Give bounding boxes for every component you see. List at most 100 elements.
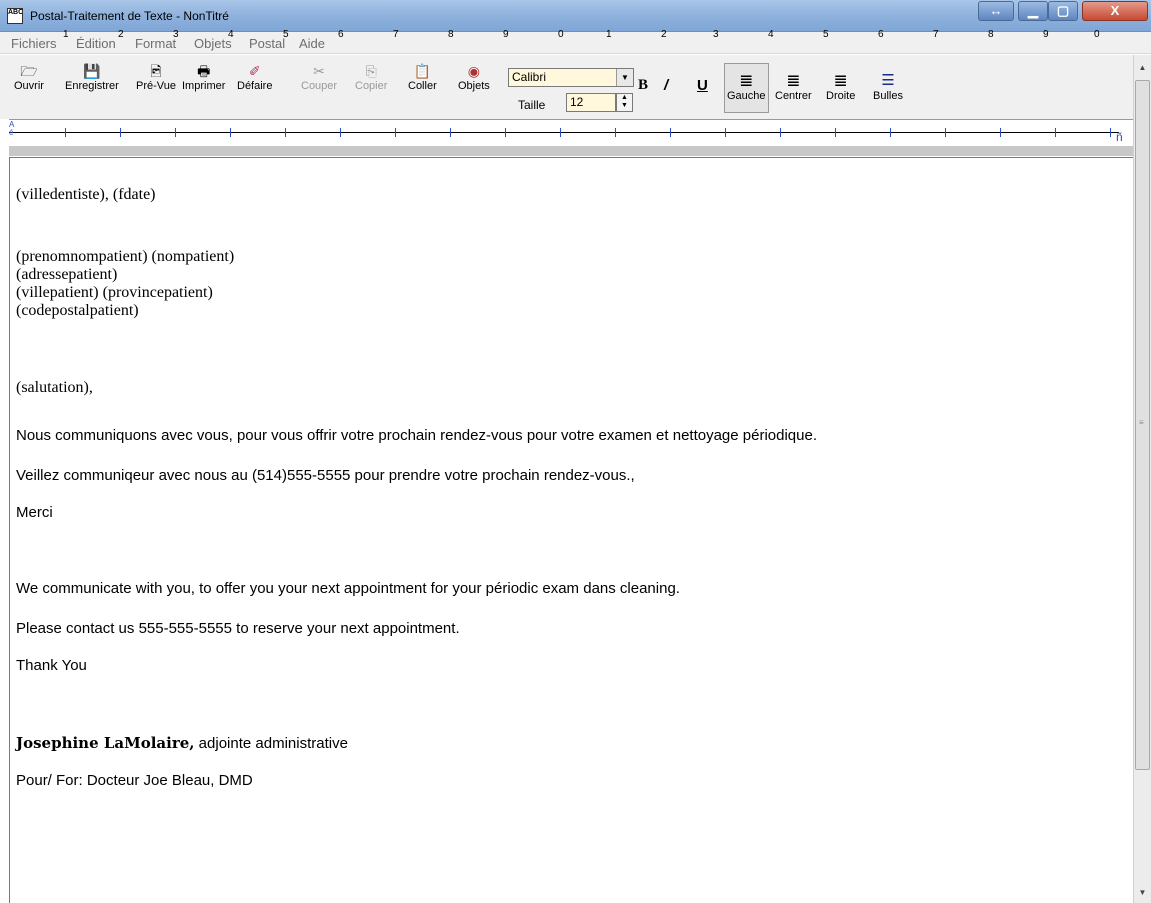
preview-label: Pré-Vue (136, 80, 176, 92)
ruler-tick (340, 128, 341, 137)
align-left-button[interactable]: ≣ Gauche (727, 72, 766, 103)
address-line: (codepostalpatient) (16, 302, 139, 319)
menu-format[interactable]: Format (135, 36, 176, 51)
preview-button[interactable]: 🖻 Pré-Vue (136, 62, 176, 92)
resize-button[interactable]: ↔ (978, 1, 1014, 21)
folder-open-icon: 🗁 (20, 63, 38, 79)
ruler-tick (395, 128, 396, 137)
maximize-button[interactable]: ▢ (1048, 1, 1078, 21)
french-body-paragraph: Nous communiquons avec vous, pour vous o… (16, 427, 818, 444)
ruler-tick (890, 128, 891, 137)
ruler-number: 4 (768, 29, 774, 40)
ruler-tick (65, 128, 66, 137)
floppy-disk-icon: 💾 (83, 63, 101, 79)
print-preview-icon: 🖻 (150, 63, 162, 79)
font-family-select[interactable]: Calibri ▼ (508, 68, 634, 87)
ruler-number: 1 (63, 29, 69, 40)
ruler-number: 6 (878, 29, 884, 40)
ruler-tick (120, 128, 121, 137)
spinner-up-icon[interactable]: ▲ (617, 94, 632, 102)
ruler-number: 5 (823, 29, 829, 40)
underline-button[interactable]: U (697, 77, 708, 94)
menu-postal[interactable]: Postal (249, 36, 285, 51)
date-line: (villedentiste), (fdate) (16, 186, 156, 203)
align-right-button[interactable]: ≣ Droite (826, 71, 855, 103)
minimize-button[interactable]: ▁ (1018, 1, 1048, 21)
copy-button[interactable]: ⎘ Copier (355, 62, 387, 92)
font-size-input[interactable]: 12 (566, 93, 616, 112)
align-center-button[interactable]: ≣ Centrer (775, 71, 812, 103)
signature-line: Josephine LaMolaire, adjointe administra… (16, 734, 348, 753)
english-body-paragraph: We communicate with you, to offer you yo… (16, 580, 680, 597)
close-button[interactable]: X (1082, 1, 1148, 21)
ruler[interactable] (9, 119, 1142, 156)
chevron-down-icon[interactable]: ▼ (616, 69, 633, 86)
spinner-down-icon[interactable]: ▼ (617, 102, 632, 110)
ruler-number: 3 (713, 29, 719, 40)
align-center-label: Centrer (775, 90, 812, 102)
align-right-icon: ≣ (833, 71, 848, 90)
bullets-label: Bulles (873, 90, 903, 102)
french-contact-paragraph: Veillez communiqeur avec nous au (514)55… (16, 467, 635, 484)
vertical-scrollbar[interactable]: ▲ ≡ ▼ (1133, 55, 1151, 903)
app-icon: ABC (7, 8, 23, 24)
cut-button[interactable]: ✂ Couper (301, 62, 337, 92)
bold-button[interactable]: B (638, 77, 648, 94)
scroll-down-icon[interactable]: ▼ (1134, 884, 1151, 901)
print-button[interactable]: 🖶 Imprimer (182, 62, 225, 92)
ruler-number: 9 (1043, 29, 1049, 40)
open-button[interactable]: 🗁 Ouvrir (14, 62, 44, 92)
ruler-tick (835, 128, 836, 137)
undo-brush-icon: ✐ (248, 63, 261, 79)
italic-button[interactable]: / (664, 77, 668, 94)
font-size-label: Taille (518, 98, 546, 112)
english-thanks-line: Thank You (16, 657, 87, 674)
ruler-left-marker[interactable]: A é (9, 121, 14, 137)
undo-button[interactable]: ✐ Défaire (237, 62, 272, 92)
paste-label: Coller (408, 80, 437, 92)
menu-fichiers[interactable]: Fichiers (11, 36, 57, 51)
scrollbar-thumb[interactable]: ≡ (1135, 80, 1150, 770)
document-editor[interactable]: (villedentiste), (fdate) (prenomnompatie… (9, 157, 1133, 903)
menu-objets[interactable]: Objets (194, 36, 232, 51)
save-label: Enregistrer (65, 80, 119, 92)
undo-label: Défaire (237, 80, 273, 92)
menu-edition[interactable]: Édition (76, 36, 116, 51)
scroll-up-icon[interactable]: ▲ (1134, 59, 1151, 76)
print-label: Imprimer (182, 80, 226, 92)
align-center-icon: ≣ (786, 71, 801, 90)
paste-icon: 📋 (413, 63, 432, 79)
english-contact-paragraph: Please contact us 555-555-5555 to reserv… (16, 620, 460, 637)
signature-name: Josephine LaMolaire, (16, 734, 195, 752)
menu-aide[interactable]: Aide (299, 36, 325, 51)
ruler-tick (450, 128, 451, 137)
save-button[interactable]: 💾 Enregistrer (65, 62, 119, 92)
bullets-button[interactable]: ☰ Bulles (873, 72, 903, 102)
ruler-tick (230, 128, 231, 137)
ruler-tick (780, 128, 781, 137)
salutation-line: (salutation), (16, 379, 93, 396)
ruler-number: 1 (606, 29, 612, 40)
address-line: (adressepatient) (16, 266, 118, 283)
font-family-value: Calibri (512, 70, 547, 84)
title-bar[interactable]: ABC Postal-Traitement de Texte - NonTitr… (0, 0, 1151, 32)
objects-label: Objets (458, 80, 490, 92)
ruler-tick (1000, 128, 1001, 137)
ruler-right-marker[interactable]: ñ (1116, 130, 1123, 144)
ruler-tick (285, 128, 286, 137)
align-left-label: Gauche (727, 90, 766, 102)
paste-button[interactable]: 📋 Coller (408, 62, 437, 92)
ruler-number: 2 (661, 29, 667, 40)
ruler-number-strip (9, 146, 1142, 156)
ruler-tick (945, 128, 946, 137)
objects-button[interactable]: ◉ Objets (458, 62, 490, 92)
ruler-tick (560, 128, 561, 137)
ruler-number: 2 (118, 29, 124, 40)
address-line: (prenomnompatient) (nompatient) (16, 248, 235, 265)
ruler-number: 7 (933, 29, 939, 40)
ruler-tick (175, 128, 176, 137)
address-line: (villepatient) (provincepatient) (16, 284, 213, 301)
ruler-number: 4 (228, 29, 234, 40)
font-size-spinner[interactable]: ▲ ▼ (616, 93, 633, 112)
ruler-number: 5 (283, 29, 289, 40)
